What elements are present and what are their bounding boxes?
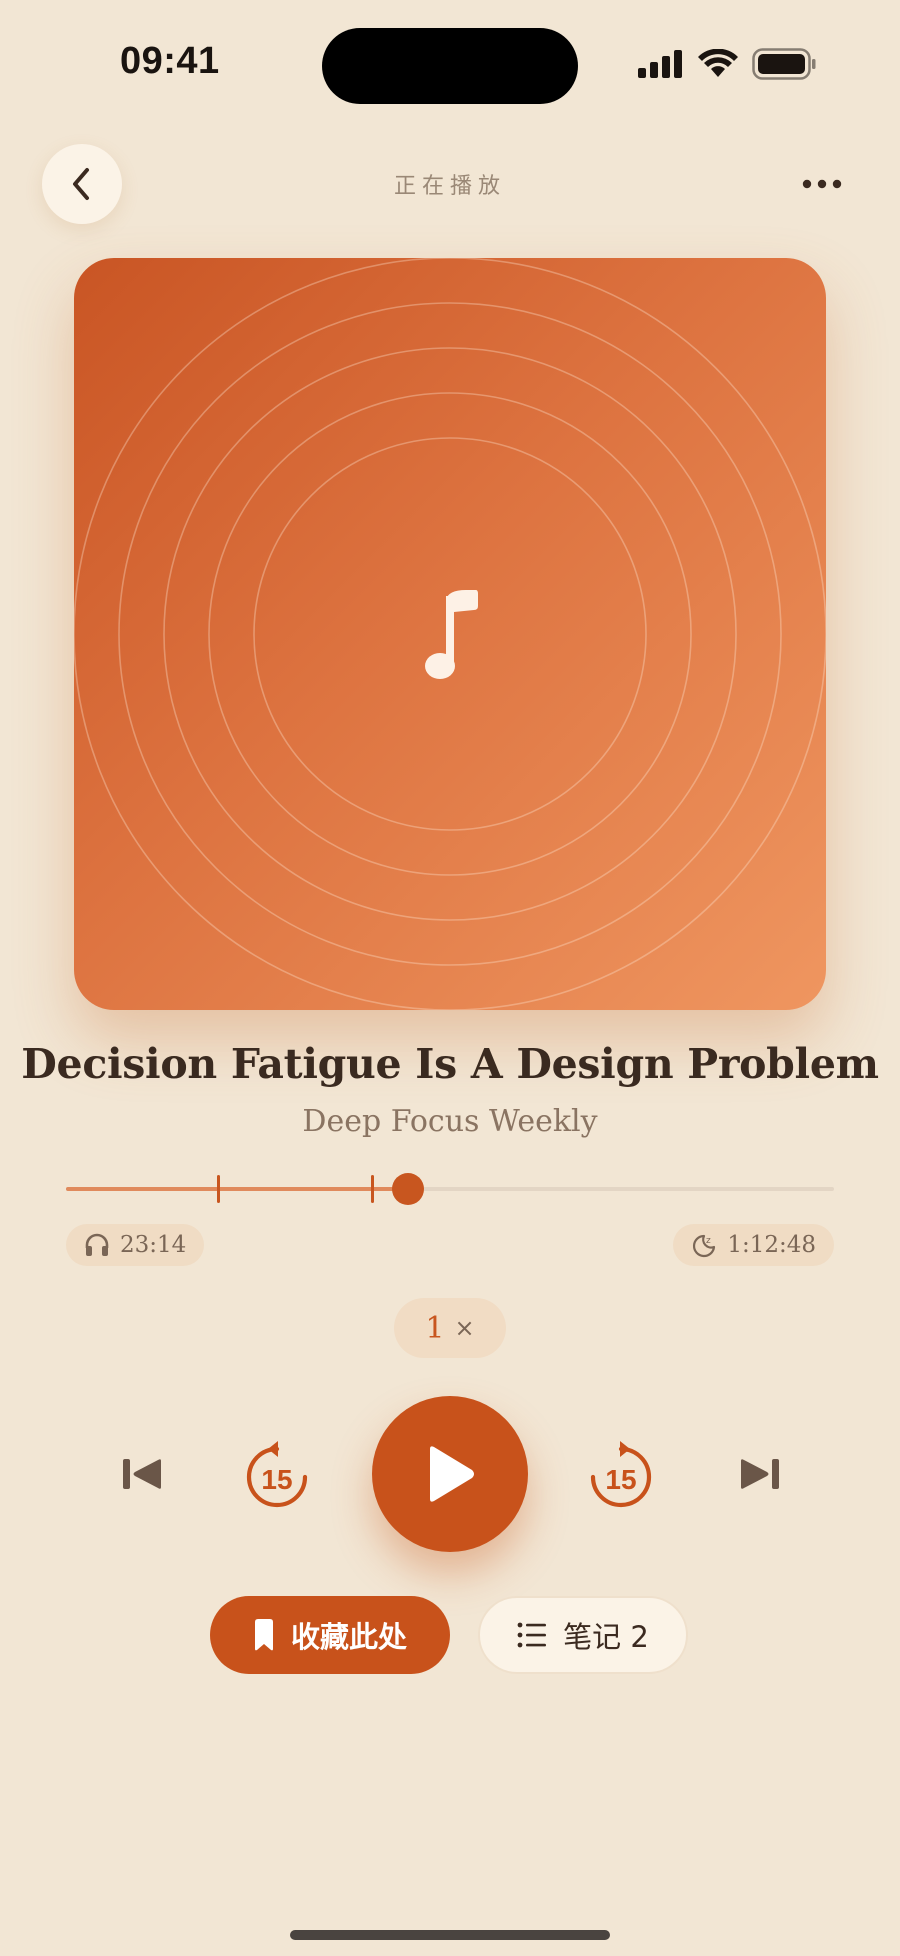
speed-value: 1 [425,1310,445,1346]
rewind-15-icon: 15 [246,1441,308,1508]
dynamic-island [322,28,578,104]
skip-previous-icon [123,1459,161,1489]
bookmark-icon [254,1619,273,1651]
skip-forward-seconds: 15 [605,1464,636,1495]
svg-text:z: z [706,1236,711,1246]
chapter-marker[interactable] [217,1175,221,1203]
page-title: 正在播放 [393,174,506,199]
notes-button[interactable]: 笔记 2 [478,1596,688,1674]
signal-icon [638,50,682,78]
notes-label: 笔记 2 [563,1620,649,1654]
status-time: 09:41 [120,40,220,82]
play-icon [430,1446,474,1502]
forward-15-icon: 15 [590,1441,652,1508]
progress-knob[interactable] [391,1173,424,1205]
progress-bar[interactable] [66,1173,834,1205]
playback-speed-button[interactable]: 1 × [394,1298,506,1358]
elapsed-time: 23:14 [120,1232,187,1258]
more-button[interactable] [792,166,852,202]
bookmark-button[interactable]: 收藏此处 [210,1596,450,1674]
bookmark-label: 收藏此处 [290,1620,407,1654]
list-icon [517,1622,547,1648]
home-indicator[interactable] [290,1930,610,1940]
ellipsis-icon [802,179,842,189]
previous-track-button[interactable] [112,1446,172,1502]
chapter-marker[interactable] [370,1175,374,1203]
track-title: Decision Fatigue Is A Design Problem [21,1040,879,1088]
status-icons [638,48,816,80]
next-track-button[interactable] [730,1446,790,1502]
show-name[interactable]: Deep Focus Weekly [0,1104,900,1139]
remaining-time: 1:12:48 [727,1232,816,1258]
music-note-icon [425,590,478,679]
headphones-icon [85,1233,109,1256]
elapsed-time-pill: 23:14 [66,1224,205,1266]
album-artwork [74,258,826,1010]
speed-suffix: × [454,1314,475,1342]
remaining-time-pill[interactable]: z 1:12:48 [673,1224,834,1266]
play-button[interactable] [372,1396,528,1552]
wifi-icon [698,49,738,77]
skip-forward-button[interactable]: 15 [586,1438,656,1510]
sleep-timer-icon: z [693,1234,716,1258]
skip-next-icon [741,1459,779,1489]
battery-icon [752,48,816,80]
skip-back-button[interactable]: 15 [242,1438,312,1510]
progress-fill [66,1187,408,1191]
skip-back-seconds: 15 [261,1464,292,1495]
